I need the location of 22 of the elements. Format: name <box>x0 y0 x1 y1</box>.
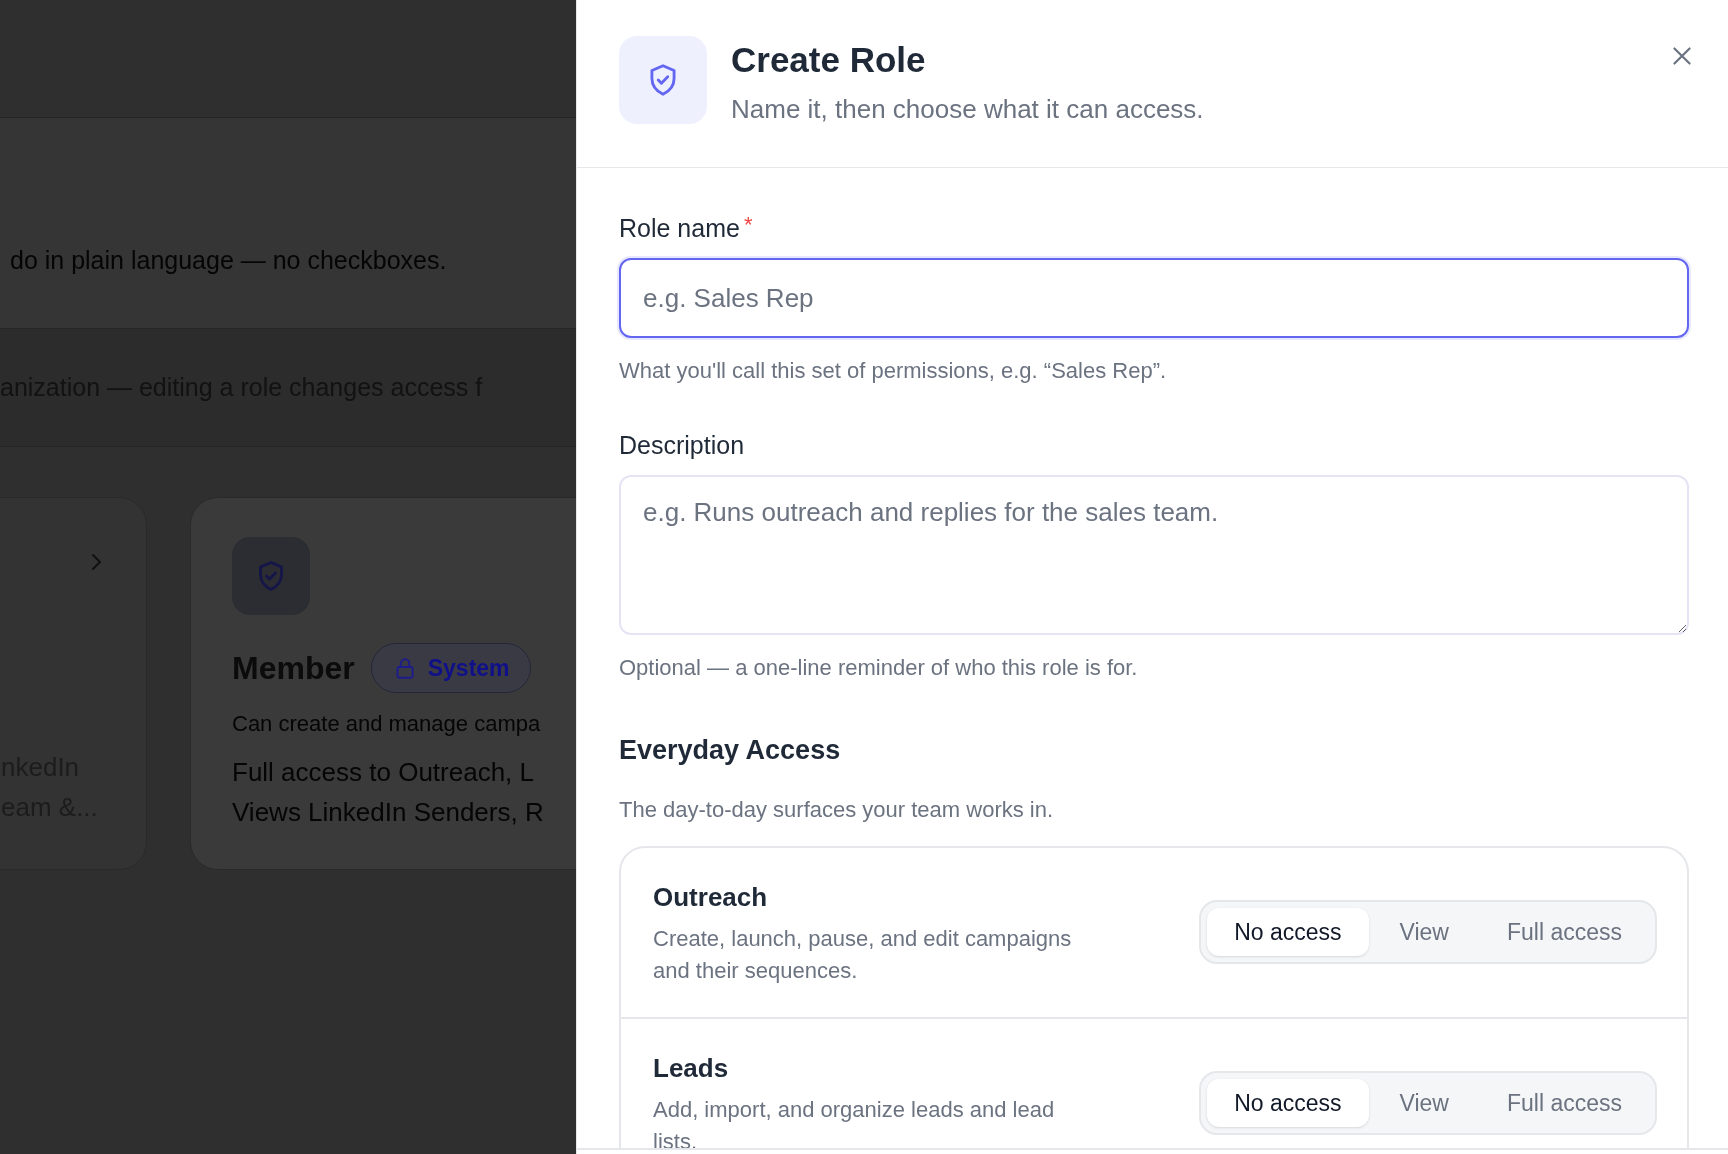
role-name-field[interactable]: e.g. Sales Rep <box>619 258 1689 338</box>
permission-title: Outreach <box>653 880 769 914</box>
access-option[interactable]: No access <box>1207 1079 1369 1127</box>
access-option[interactable]: View <box>1372 1079 1476 1127</box>
access-option[interactable]: No access <box>1207 908 1369 956</box>
panel-subtitle: Name it, then choose what it can access. <box>731 93 1205 126</box>
panel-title: Create Role <box>731 39 927 81</box>
access-option[interactable]: Full access <box>1479 1079 1649 1127</box>
field-label: Role name <box>619 213 740 244</box>
permission-title: Leads <box>653 1051 730 1085</box>
permission-description: Create, launch, pause, and edit campaigns and their sequences. <box>653 924 1073 985</box>
helper-text: Optional — a one-line reminder of who this role is for. <box>619 654 1139 682</box>
required-mark: * <box>743 212 753 238</box>
helper-text: What you'll call this set of permissions, e.g. “Sales Rep”. <box>619 357 1168 385</box>
access-option[interactable]: Full access <box>1479 908 1649 956</box>
section-title: Everyday Access <box>619 734 842 767</box>
system-badge: System <box>370 643 531 693</box>
field-label: Description <box>619 430 745 461</box>
permission-description: Add, import, and organize leads and lead lists. <box>653 1095 1056 1148</box>
access-option[interactable]: View <box>1372 908 1476 956</box>
section-subtitle: The day-to-day surfaces your team works in. <box>619 795 1055 824</box>
description-field[interactable]: e.g. Runs outreach and replies for the sales team. <box>619 475 1689 635</box>
